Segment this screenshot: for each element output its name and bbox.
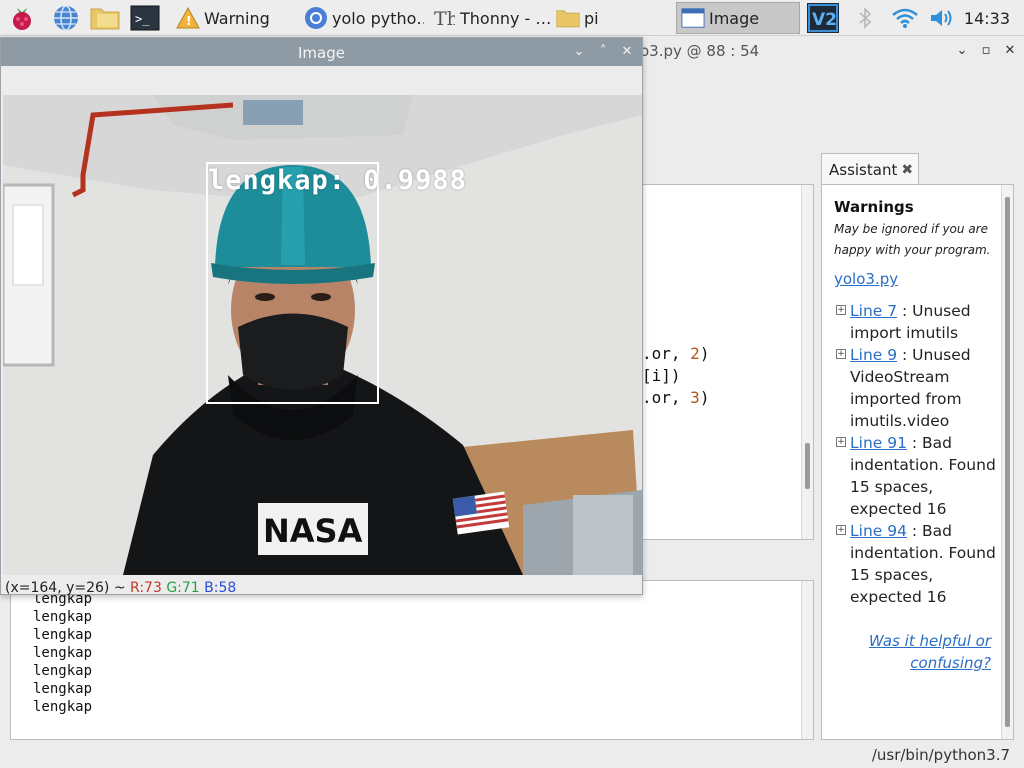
expand-icon[interactable]: + xyxy=(836,349,846,359)
terminal-launcher[interactable]: >_ xyxy=(129,3,161,33)
task-warning[interactable]: ! Warning xyxy=(172,2,296,34)
globe-icon xyxy=(54,5,78,31)
close-tab-icon[interactable]: ✖ xyxy=(901,162,913,178)
window-icon xyxy=(681,6,705,30)
vnc-tray-button[interactable]: V2 xyxy=(804,3,842,33)
svg-text:V2: V2 xyxy=(812,10,837,30)
warnings-subtitle: May be ignored if you are happy with you… xyxy=(834,222,991,257)
raspberry-menu-button[interactable] xyxy=(6,3,38,33)
detection-label: lengkap: 0.9988 xyxy=(208,165,467,196)
warnings-heading: Warnings xyxy=(834,198,914,216)
shell-line: lengkap xyxy=(33,681,93,697)
task-label: Image xyxy=(709,8,760,28)
line-link[interactable]: Line 9 xyxy=(850,346,897,364)
maximize-button[interactable]: ˄ xyxy=(595,44,611,59)
minimize-button[interactable]: ⌄ xyxy=(954,43,970,58)
pixel-info-status: (x=164, y=26) ~ R:73 G:71 B:58 xyxy=(5,580,236,596)
svg-text:Th: Th xyxy=(434,8,455,29)
line-link[interactable]: Line 94 xyxy=(850,522,907,540)
bluetooth-icon xyxy=(859,7,872,29)
clock[interactable]: 14:33 xyxy=(964,9,1010,28)
close-button[interactable]: ✕ xyxy=(619,44,635,59)
code-line: .or, 2) xyxy=(642,344,710,363)
pixel-green: G:71 xyxy=(166,580,200,596)
tab-label: Assistant xyxy=(829,160,898,179)
shell-line: lengkap xyxy=(33,663,93,679)
maximize-button[interactable]: ▫ xyxy=(978,43,994,58)
image-window-title: Image xyxy=(298,44,345,62)
taskbar: >_ ! Warning yolo pytho… Th Thonny - … p… xyxy=(0,0,1024,36)
shell-line: lengkap xyxy=(33,699,93,715)
image-window-titlebar[interactable]: Image ⌄ ˄ ✕ xyxy=(1,38,642,66)
chromium-icon xyxy=(304,6,328,30)
interpreter-status[interactable]: /usr/bin/python3.7 xyxy=(872,746,1010,764)
bluetooth-button[interactable] xyxy=(854,3,876,33)
task-label: yolo pytho… xyxy=(332,8,424,28)
code-editor[interactable]: .or, 2) [i]) .or, 3) xyxy=(640,184,814,540)
expand-icon[interactable]: + xyxy=(836,437,846,447)
task-label: Thonny - … xyxy=(460,8,550,28)
close-button[interactable]: ✕ xyxy=(1002,43,1018,58)
shell-panel[interactable]: lengkap lengkap lengkap lengkap lengkap … xyxy=(10,580,814,740)
volume-button[interactable] xyxy=(928,3,958,33)
warning-item: + Line 9 : Unused VideoStream imported f… xyxy=(836,344,998,432)
task-browser[interactable]: yolo pytho… xyxy=(300,2,424,34)
task-image[interactable]: Image xyxy=(676,2,800,34)
minimize-button[interactable]: ⌄ xyxy=(571,44,587,59)
svg-text:!: ! xyxy=(186,14,191,28)
task-label: pi xyxy=(584,8,599,28)
raspberry-icon xyxy=(13,8,31,30)
terminal-icon: >_ xyxy=(130,5,160,31)
warning-item: + Line 94 : Bad indentation. Found 15 sp… xyxy=(836,520,998,608)
scroll-thumb[interactable] xyxy=(1005,197,1010,727)
task-thonny[interactable]: Th Thonny - … xyxy=(428,2,550,34)
folder-icon xyxy=(556,6,580,30)
warning-icon: ! xyxy=(176,6,200,30)
file-link[interactable]: yolo3.py xyxy=(834,270,898,288)
expand-icon[interactable]: + xyxy=(836,305,846,315)
camera-frame[interactable]: NASA lengkap: 0.9988 xyxy=(3,95,642,575)
feedback-link[interactable]: Was it helpful or confusing? xyxy=(841,630,991,674)
svg-text:>_: >_ xyxy=(135,12,150,26)
pixel-coords: (x=164, y=26) ~ xyxy=(5,580,131,596)
scroll-thumb[interactable] xyxy=(805,443,810,489)
tab-assistant[interactable]: Assistant ✖ xyxy=(821,153,919,185)
folder-icon xyxy=(90,8,120,30)
editor-scrollbar[interactable] xyxy=(801,185,813,539)
pixel-blue: B:58 xyxy=(204,580,237,596)
assistant-scrollbar[interactable] xyxy=(1001,185,1013,739)
wifi-icon xyxy=(892,8,918,28)
speaker-icon xyxy=(931,10,952,26)
warning-item: + Line 91 : Bad indentation. Found 15 sp… xyxy=(836,432,998,520)
line-link[interactable]: Line 7 xyxy=(850,302,897,320)
shell-line: lengkap xyxy=(33,645,93,661)
line-link[interactable]: Line 91 xyxy=(850,434,907,452)
shell-line: lengkap xyxy=(33,627,93,643)
image-window: Image ⌄ ˄ ✕ NASA lengkap: 0.9988 (x=164,… xyxy=(0,37,643,596)
task-file-manager[interactable]: pi xyxy=(552,2,672,34)
code-line: .or, 3) xyxy=(642,388,710,407)
thonny-titlebar: o3.py @ 88 : 54 ⌄ ▫ ✕ xyxy=(640,37,1024,65)
thonny-icon: Th xyxy=(432,6,456,30)
code-line: [i]) xyxy=(642,366,681,385)
web-browser-launcher[interactable] xyxy=(50,3,82,33)
warning-item: + Line 7 : Unused import imutils xyxy=(836,300,998,344)
task-label: Warning xyxy=(204,8,270,28)
file-manager-launcher[interactable] xyxy=(89,3,121,33)
shell-line: lengkap xyxy=(33,609,93,625)
vnc-icon: V2 xyxy=(807,3,839,33)
expand-icon[interactable]: + xyxy=(836,525,846,535)
thonny-window-title: o3.py @ 88 : 54 xyxy=(640,42,760,60)
wifi-button[interactable] xyxy=(890,3,920,33)
svg-text:NASA: NASA xyxy=(263,512,363,550)
shell-scrollbar[interactable] xyxy=(801,581,813,739)
assistant-panel: Warnings May be ignored if you are happy… xyxy=(821,184,1014,740)
pixel-red: R:73 xyxy=(130,580,162,596)
